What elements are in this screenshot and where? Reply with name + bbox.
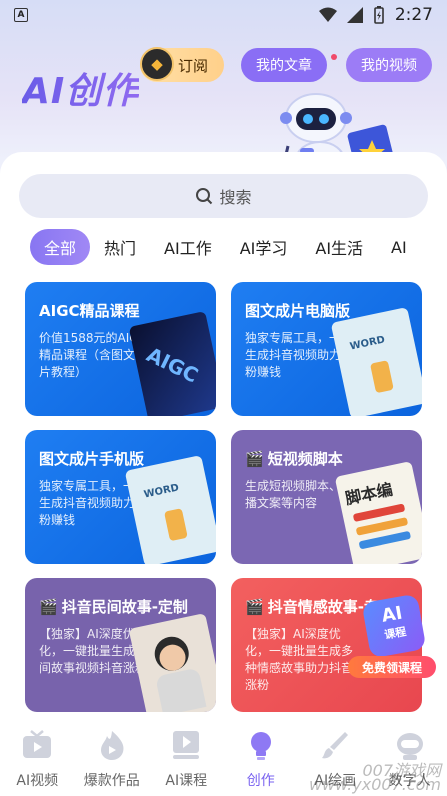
search-icon xyxy=(196,188,213,205)
status-bar: A 2:27 xyxy=(0,0,447,30)
bulb-icon xyxy=(250,732,271,760)
notification-dot xyxy=(331,54,337,60)
subscribe-button[interactable]: ◆ 订阅 xyxy=(140,47,224,82)
subscribe-label: 订阅 xyxy=(178,56,209,75)
play-course-icon xyxy=(173,731,200,759)
tv-icon xyxy=(23,730,52,758)
book-thumbnail: WORD xyxy=(330,306,422,416)
tab-all[interactable]: 全部 xyxy=(30,229,91,265)
bottom-nav: AI视频 爆款作品 AI课程 创作 AI绘画 数字人 007游戏网 www.yx… xyxy=(0,712,447,796)
header: AI创作 ◆ 订阅 我的文章 我的视频 xyxy=(0,30,447,180)
card-image-video-mobile[interactable]: 图文成片手机版 独家专属工具，一键生成抖音视频助力涨粉赚钱 WORD xyxy=(25,430,216,564)
nav-ai-video[interactable]: AI视频 xyxy=(0,728,74,790)
card-aigc-course[interactable]: AIGC精品课程 价值1588元的AIGC精品课程（含图文成片教程） AIGC xyxy=(25,282,216,416)
tab-ai-more[interactable]: AI xyxy=(377,229,421,265)
tab-ai-study[interactable]: AI学习 xyxy=(226,229,302,265)
robot-icon xyxy=(396,733,423,760)
free-course-badge[interactable]: AI 课程 免费领课程 xyxy=(348,590,440,690)
aigc-thumbnail: AIGC xyxy=(128,310,216,416)
flame-icon xyxy=(100,731,124,760)
nav-hot-works[interactable]: 爆款作品 xyxy=(75,728,149,790)
app-title: AI创作 xyxy=(22,62,139,114)
search-label: 搜索 xyxy=(219,188,252,207)
clapperboard-icon: 🎬 xyxy=(39,597,58,616)
tab-ai-life[interactable]: AI生活 xyxy=(301,229,377,265)
signal-icon xyxy=(346,7,363,23)
boy-thumbnail xyxy=(128,612,216,712)
clock: 2:27 xyxy=(394,5,433,25)
tab-ai-work[interactable]: AI工作 xyxy=(150,229,226,265)
my-articles-button[interactable]: 我的文章 xyxy=(241,48,327,82)
card-title: AIGC精品课程 xyxy=(39,302,140,320)
card-title: 图文成片电脑版 xyxy=(245,302,351,320)
book-thumbnail: WORD xyxy=(124,454,216,564)
script-book-thumbnail: 脚本编 xyxy=(334,460,422,564)
my-videos-button[interactable]: 我的视频 xyxy=(346,48,432,82)
search-bar[interactable]: 搜索 xyxy=(19,174,428,218)
battery-icon xyxy=(374,6,384,24)
card-desc: 【独家】AI深度优化，一键批量生成多种情感故事助力抖音涨粉 xyxy=(245,627,354,692)
tab-hot[interactable]: 热门 xyxy=(90,229,150,265)
watermark: 007游戏网 www.yx007.com xyxy=(308,761,441,794)
nav-ai-course[interactable]: AI课程 xyxy=(149,728,223,790)
main-panel: 搜索 全部 热门 AI工作 AI学习 AI生活 AI AIGC精品课程 价值15… xyxy=(0,152,447,712)
clapperboard-icon: 🎬 xyxy=(245,449,264,468)
diamond-icon: ◆ xyxy=(140,47,174,81)
card-title: 🎬 抖音民间故事-定制 xyxy=(39,597,188,617)
card-short-video-script[interactable]: 🎬 短视频脚本 生成短视频脚本、口播文案等内容 脚本编 xyxy=(231,430,422,564)
card-folk-story[interactable]: 🎬 抖音民间故事-定制 【独家】AI深度优化，一键批量生成民间故事视频抖音涨粉 xyxy=(25,578,216,712)
category-tabs: 全部 热门 AI工作 AI学习 AI生活 AI xyxy=(30,228,447,266)
notification-a-icon: A xyxy=(14,8,28,22)
wifi-icon xyxy=(318,7,337,22)
brush-icon xyxy=(322,732,349,759)
clapperboard-icon: 🎬 xyxy=(245,597,264,616)
card-title: 🎬 短视频脚本 xyxy=(245,449,343,469)
card-image-video-pc[interactable]: 图文成片电脑版 独家专属工具，一键生成抖音视频助力涨粉赚钱 WORD xyxy=(231,282,422,416)
nav-create[interactable]: 创作 xyxy=(224,728,298,790)
card-title: 图文成片手机版 xyxy=(39,450,145,468)
